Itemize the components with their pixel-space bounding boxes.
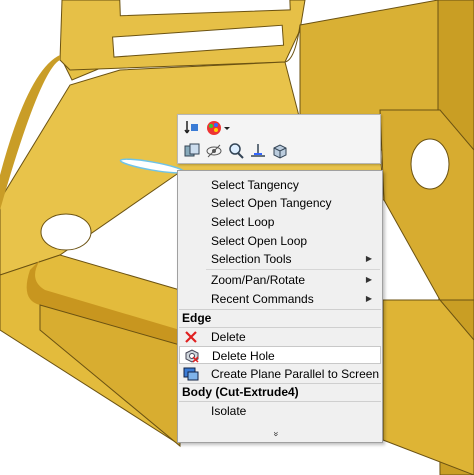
hide-show-icon[interactable] xyxy=(204,141,224,161)
menu-item-label: Select Tangency xyxy=(211,178,299,192)
delete-hole-icon xyxy=(184,348,200,364)
menu-item-select-open-tangency[interactable]: Select Open Tangency xyxy=(179,194,381,212)
menu-item-selection-tools[interactable]: Selection Tools ▶ xyxy=(179,250,381,268)
zoom-to-selection-icon[interactable] xyxy=(226,141,246,161)
menu-item-zoom-pan-rotate[interactable]: Zoom/Pan/Rotate ▶ xyxy=(179,271,381,289)
view-orientation-icon[interactable] xyxy=(270,141,290,161)
menu-item-label: Isolate xyxy=(211,404,247,418)
menu-item-label: Select Loop xyxy=(211,215,275,229)
section-view-icon[interactable] xyxy=(182,141,202,161)
menu-item-label: Select Open Loop xyxy=(211,234,308,248)
menu-item-select-loop[interactable]: Select Loop xyxy=(179,213,381,231)
context-menu: Select Tangency Select Open Tangency Sel… xyxy=(177,170,383,443)
expand-menu-icon[interactable]: » xyxy=(272,431,282,436)
sketch-plane-icon[interactable] xyxy=(248,141,268,161)
menu-item-label: Delete xyxy=(211,330,246,344)
hole-left[interactable] xyxy=(40,213,92,251)
menu-item-label: Create Plane Parallel to Screen xyxy=(211,367,380,381)
menu-item-select-open-loop[interactable]: Select Open Loop xyxy=(179,232,381,250)
context-toolbar xyxy=(177,114,381,164)
hole-right[interactable] xyxy=(410,138,450,190)
submenu-arrow-icon: ▶ xyxy=(365,254,372,263)
menu-item-label: Select Open Tangency xyxy=(211,196,332,210)
delete-icon xyxy=(183,329,199,345)
menu-item-label: Delete Hole xyxy=(212,349,275,363)
menu-separator xyxy=(206,269,380,270)
menu-item-delete[interactable]: Delete xyxy=(179,328,381,346)
menu-item-label: Recent Commands xyxy=(211,292,314,306)
appearance-icon[interactable] xyxy=(204,118,224,138)
menu-item-label: Zoom/Pan/Rotate xyxy=(211,273,306,287)
menu-item-create-plane[interactable]: Create Plane Parallel to Screen xyxy=(179,365,381,383)
submenu-arrow-icon: ▶ xyxy=(365,294,372,303)
normal-to-view-icon[interactable] xyxy=(182,118,202,138)
menu-item-select-tangency[interactable]: Select Tangency xyxy=(179,176,381,194)
menu-item-recent-commands[interactable]: Recent Commands ▶ xyxy=(179,290,381,308)
menu-item-isolate[interactable]: Isolate xyxy=(179,402,381,420)
menu-header-body: Body (Cut-Extrude4) xyxy=(182,385,299,399)
menu-item-label: Selection Tools xyxy=(211,252,292,266)
dropdown-arrow-icon[interactable] xyxy=(222,118,232,138)
menu-item-delete-hole[interactable]: Delete Hole xyxy=(179,346,381,364)
plane-icon xyxy=(183,366,199,382)
submenu-arrow-icon: ▶ xyxy=(365,275,372,284)
menu-header-edge: Edge xyxy=(182,311,212,325)
